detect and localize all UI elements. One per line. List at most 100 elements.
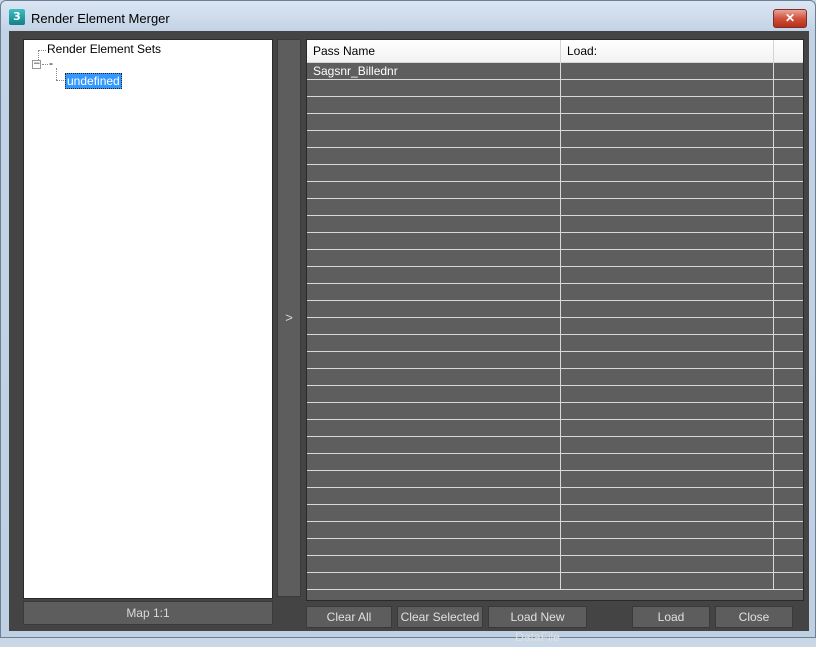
map-1-1-button[interactable]: Map 1:1 bbox=[23, 601, 273, 625]
pass-name-cell[interactable] bbox=[307, 437, 561, 453]
load-cell[interactable] bbox=[561, 335, 774, 351]
pass-name-cell[interactable] bbox=[307, 335, 561, 351]
pass-name-cell[interactable] bbox=[307, 182, 561, 198]
clear-selected-button[interactable]: Clear Selected bbox=[397, 606, 483, 628]
table-row[interactable] bbox=[307, 437, 803, 454]
tree-selected-node[interactable]: undefined bbox=[65, 73, 122, 89]
load-cell[interactable] bbox=[561, 233, 774, 249]
table-row[interactable]: Sagsnr_Billednr bbox=[307, 63, 803, 80]
table-row[interactable] bbox=[307, 369, 803, 386]
table-row[interactable] bbox=[307, 284, 803, 301]
clear-all-button[interactable]: Clear All bbox=[306, 606, 392, 628]
load-cell[interactable] bbox=[561, 471, 774, 487]
pass-name-cell[interactable] bbox=[307, 505, 561, 521]
table-row[interactable] bbox=[307, 216, 803, 233]
load-cell[interactable] bbox=[561, 522, 774, 538]
transfer-arrow-button[interactable]: > bbox=[277, 39, 301, 597]
pass-name-cell[interactable] bbox=[307, 556, 561, 572]
load-cell[interactable] bbox=[561, 556, 774, 572]
load-cell[interactable] bbox=[561, 403, 774, 419]
load-cell[interactable] bbox=[561, 539, 774, 555]
load-new-datafile-button[interactable]: Load New DataFile bbox=[488, 606, 587, 644]
pass-name-cell[interactable] bbox=[307, 284, 561, 300]
pass-name-cell[interactable] bbox=[307, 522, 561, 538]
load-cell[interactable] bbox=[561, 437, 774, 453]
pass-name-cell[interactable] bbox=[307, 318, 561, 334]
load-cell[interactable] bbox=[561, 488, 774, 504]
pass-name-cell[interactable] bbox=[307, 403, 561, 419]
table-row[interactable] bbox=[307, 522, 803, 539]
load-cell[interactable] bbox=[561, 148, 774, 164]
pass-name-cell[interactable] bbox=[307, 471, 561, 487]
load-cell[interactable] bbox=[561, 182, 774, 198]
table-row[interactable] bbox=[307, 403, 803, 420]
tree-collapse-icon[interactable]: − bbox=[32, 60, 41, 69]
table-row[interactable] bbox=[307, 573, 803, 590]
load-cell[interactable] bbox=[561, 318, 774, 334]
pass-name-cell[interactable] bbox=[307, 301, 561, 317]
load-cell[interactable] bbox=[561, 97, 774, 113]
load-cell[interactable] bbox=[561, 80, 774, 96]
pass-name-cell[interactable] bbox=[307, 369, 561, 385]
load-cell[interactable] bbox=[561, 454, 774, 470]
close-button[interactable]: Close bbox=[715, 606, 793, 628]
table-row[interactable] bbox=[307, 301, 803, 318]
table-row[interactable] bbox=[307, 352, 803, 369]
pass-grid[interactable]: Pass Name Load: Sagsnr_Billednr bbox=[306, 39, 804, 601]
pass-name-cell[interactable] bbox=[307, 131, 561, 147]
table-row[interactable] bbox=[307, 318, 803, 335]
pass-name-cell[interactable] bbox=[307, 97, 561, 113]
table-row[interactable] bbox=[307, 488, 803, 505]
table-row[interactable] bbox=[307, 80, 803, 97]
load-cell[interactable] bbox=[561, 63, 774, 79]
load-cell[interactable] bbox=[561, 386, 774, 402]
element-set-tree[interactable]: Render Element Sets − - undefined bbox=[23, 39, 273, 599]
load-cell[interactable] bbox=[561, 284, 774, 300]
pass-name-cell[interactable] bbox=[307, 114, 561, 130]
load-button[interactable]: Load bbox=[632, 606, 710, 628]
tree-root-node[interactable]: Render Element Sets bbox=[47, 42, 161, 56]
pass-name-cell[interactable] bbox=[307, 386, 561, 402]
table-row[interactable] bbox=[307, 199, 803, 216]
load-cell[interactable] bbox=[561, 301, 774, 317]
table-row[interactable] bbox=[307, 131, 803, 148]
load-cell[interactable] bbox=[561, 352, 774, 368]
tree-group-node[interactable]: - bbox=[49, 56, 53, 70]
load-cell[interactable] bbox=[561, 505, 774, 521]
pass-name-cell[interactable] bbox=[307, 165, 561, 181]
pass-name-cell[interactable]: Sagsnr_Billednr bbox=[307, 63, 561, 79]
window-close-button[interactable]: ✕ bbox=[773, 9, 807, 28]
load-cell[interactable] bbox=[561, 199, 774, 215]
pass-name-cell[interactable] bbox=[307, 233, 561, 249]
load-cell[interactable] bbox=[561, 165, 774, 181]
column-header-pass-name[interactable]: Pass Name bbox=[307, 40, 561, 62]
table-row[interactable] bbox=[307, 556, 803, 573]
table-row[interactable] bbox=[307, 97, 803, 114]
title-bar[interactable]: 3 Render Element Merger ✕ bbox=[1, 1, 815, 33]
table-row[interactable] bbox=[307, 471, 803, 488]
table-row[interactable] bbox=[307, 148, 803, 165]
load-cell[interactable] bbox=[561, 369, 774, 385]
load-cell[interactable] bbox=[561, 131, 774, 147]
pass-name-cell[interactable] bbox=[307, 267, 561, 283]
pass-name-cell[interactable] bbox=[307, 216, 561, 232]
pass-name-cell[interactable] bbox=[307, 488, 561, 504]
load-cell[interactable] bbox=[561, 216, 774, 232]
column-header-load[interactable]: Load: bbox=[561, 40, 774, 62]
load-cell[interactable] bbox=[561, 114, 774, 130]
pass-name-cell[interactable] bbox=[307, 148, 561, 164]
table-row[interactable] bbox=[307, 420, 803, 437]
load-cell[interactable] bbox=[561, 250, 774, 266]
table-row[interactable] bbox=[307, 335, 803, 352]
pass-name-cell[interactable] bbox=[307, 80, 561, 96]
pass-name-cell[interactable] bbox=[307, 539, 561, 555]
table-row[interactable] bbox=[307, 233, 803, 250]
load-cell[interactable] bbox=[561, 573, 774, 589]
pass-name-cell[interactable] bbox=[307, 352, 561, 368]
pass-name-cell[interactable] bbox=[307, 250, 561, 266]
table-row[interactable] bbox=[307, 250, 803, 267]
table-row[interactable] bbox=[307, 182, 803, 199]
load-cell[interactable] bbox=[561, 267, 774, 283]
pass-name-cell[interactable] bbox=[307, 573, 561, 589]
table-row[interactable] bbox=[307, 386, 803, 403]
